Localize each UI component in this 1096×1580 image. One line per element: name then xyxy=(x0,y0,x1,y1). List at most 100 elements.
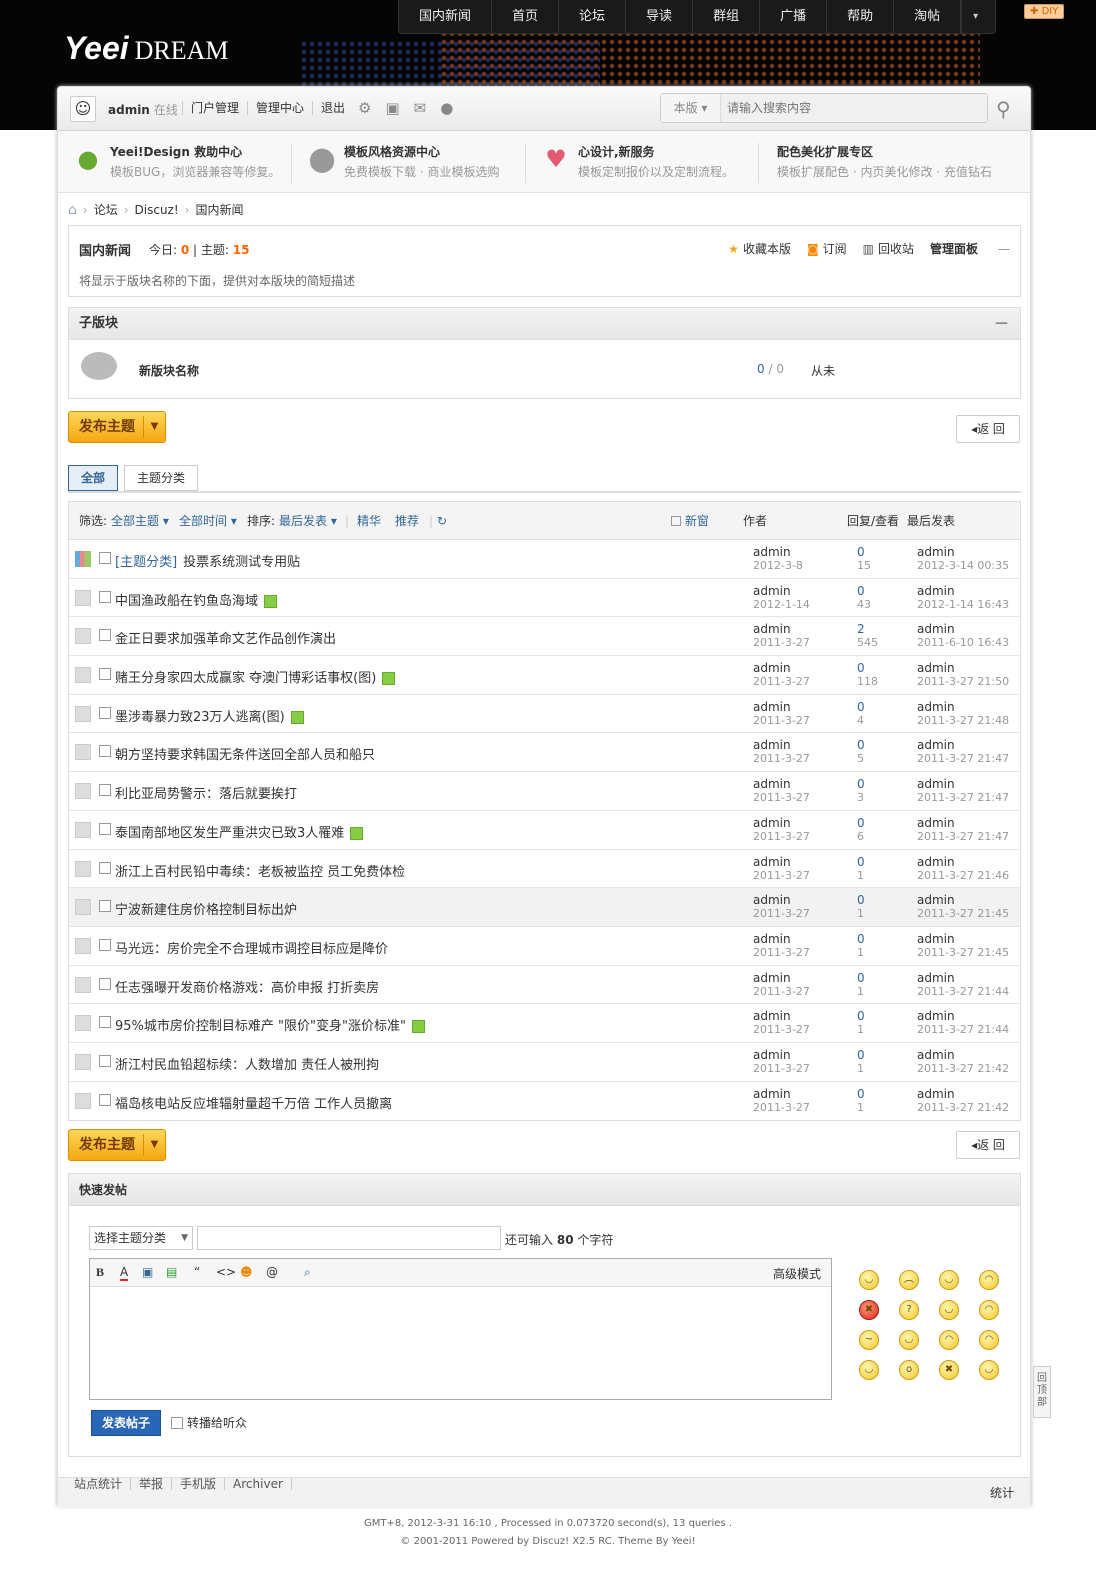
bulb-icon[interactable]: ● xyxy=(440,99,453,117)
lastpost-user[interactable]: admin xyxy=(917,662,1009,675)
manage-panel-button[interactable]: 管理面板 xyxy=(922,240,978,257)
thread-title[interactable]: 浙江村民血铅超标续：人数增加 责任人被刑拘 xyxy=(115,1054,379,1073)
lastpost-time[interactable]: 2011-3-27 21:45 xyxy=(917,946,1009,959)
poll-icon[interactable] xyxy=(75,551,91,567)
search-icon[interactable]: ⚲ xyxy=(996,97,1011,121)
thread-checkbox[interactable] xyxy=(99,1093,111,1106)
lastpost-user[interactable]: admin xyxy=(917,1010,1009,1023)
thread-title[interactable]: 金正日要求加强革命文艺作品创作演出 xyxy=(115,628,336,647)
lastpost-time[interactable]: 2012-1-14 16:43 xyxy=(917,598,1009,611)
thread-checkbox[interactable] xyxy=(99,977,111,990)
smiley-icon[interactable]: ◡ xyxy=(859,1270,879,1290)
filter-recommend[interactable]: 推荐 xyxy=(395,502,419,540)
author-link[interactable]: admin xyxy=(753,1010,810,1023)
recycle-button[interactable]: ▥ 回收站 xyxy=(855,240,914,257)
attach-image-icon[interactable]: ▤ xyxy=(166,1265,177,1279)
search-scope-select[interactable]: 本版 ▾ xyxy=(661,94,721,122)
footer-link[interactable]: 站点统计 xyxy=(66,1478,132,1490)
filter-digest[interactable]: 精华 xyxy=(357,502,381,540)
thread-checkbox[interactable] xyxy=(99,706,111,719)
message-textarea[interactable] xyxy=(90,1287,831,1399)
nav-item[interactable]: 国内新闻 xyxy=(399,0,493,34)
submit-button[interactable]: 发表帖子 xyxy=(91,1410,161,1436)
avatar[interactable]: ☺ xyxy=(70,96,96,122)
lastpost-time[interactable]: 2011-3-27 21:47 xyxy=(917,830,1009,843)
lastpost-user[interactable]: admin xyxy=(917,739,1009,752)
lastpost-time[interactable]: 2012-3-14 00:35 xyxy=(917,559,1009,572)
smiley-icon[interactable]: ✖ xyxy=(859,1300,879,1320)
category-select[interactable]: 选择主题分类 ▼ xyxy=(89,1226,193,1250)
smiley-icon[interactable]: ︵ xyxy=(899,1270,919,1290)
image-icon[interactable]: ▣ xyxy=(142,1265,153,1279)
stats-link[interactable]: 统计 xyxy=(990,1478,1014,1508)
thread-icon[interactable] xyxy=(75,976,91,993)
thread-icon[interactable] xyxy=(75,937,91,954)
smiley-icon[interactable]: ◡ xyxy=(899,1330,919,1350)
footer-link[interactable]: 举报 xyxy=(131,1478,173,1490)
author-link[interactable]: admin xyxy=(753,778,810,791)
author-link[interactable]: admin xyxy=(753,623,810,636)
lastpost-user[interactable]: admin xyxy=(917,546,1009,559)
sort-select[interactable]: 最后发表 ▾ xyxy=(279,502,337,540)
thread-checkbox[interactable] xyxy=(99,1016,111,1029)
subforum-link[interactable]: 新版块名称 xyxy=(139,362,199,379)
thread-icon[interactable] xyxy=(75,1092,91,1109)
thread-checkbox[interactable] xyxy=(99,629,111,642)
user-link[interactable]: 门户管理 xyxy=(182,101,247,115)
username[interactable]: admin 在线 xyxy=(108,101,178,118)
lastpost-time[interactable]: 2011-3-27 21:50 xyxy=(917,675,1009,688)
lastpost-user[interactable]: admin xyxy=(917,816,1009,830)
author-link[interactable]: admin xyxy=(753,584,810,598)
author-link[interactable]: admin xyxy=(753,1087,810,1101)
lastpost-time[interactable]: 2011-3-27 21:42 xyxy=(917,1101,1009,1114)
lastpost-time[interactable]: 2011-3-27 21:46 xyxy=(917,869,1009,882)
newwin-checkbox[interactable]: 新窗 xyxy=(671,502,709,540)
title-input[interactable] xyxy=(197,1226,501,1250)
diy-button[interactable]: ✚ DIY xyxy=(1024,4,1065,19)
author-link[interactable]: admin xyxy=(753,894,810,907)
smiley-icon[interactable]: ◡ xyxy=(939,1270,959,1290)
lastpost-user[interactable]: admin xyxy=(917,971,1009,985)
author-link[interactable]: admin xyxy=(753,662,810,675)
nav-item[interactable]: 群组 xyxy=(693,0,761,34)
quote-icon[interactable]: “ xyxy=(194,1265,200,1279)
thread-title[interactable]: 利比亚局势警示：落后就要挨打 xyxy=(115,783,297,802)
at-icon[interactable]: @ xyxy=(266,1265,278,1279)
thread-checkbox[interactable] xyxy=(99,822,111,835)
bold-icon[interactable]: B xyxy=(96,1265,104,1280)
tab-all[interactable]: 全部 xyxy=(68,465,119,491)
author-link[interactable]: admin xyxy=(753,546,803,559)
smiley-icon[interactable]: ◠ xyxy=(979,1270,999,1290)
smiley-icon[interactable]: ◠ xyxy=(979,1330,999,1350)
nav-item[interactable]: 论坛 xyxy=(559,0,627,34)
thread-title[interactable]: [主题分类] 投票系统测试专用贴 xyxy=(115,551,300,570)
smiley-icon[interactable]: ◠ xyxy=(979,1300,999,1320)
lastpost-user[interactable]: admin xyxy=(917,894,1009,907)
lastpost-time[interactable]: 2011-3-27 21:45 xyxy=(917,907,1009,920)
thread-title[interactable]: 福岛核电站反应堆辐射量超千万倍 工作人员撤离 xyxy=(115,1093,392,1112)
subscribe-button[interactable]: ◙ 订阅 xyxy=(799,240,847,257)
author-link[interactable]: admin xyxy=(753,1048,810,1062)
lastpost-user[interactable]: admin xyxy=(917,1048,1009,1062)
author-link[interactable]: admin xyxy=(753,932,810,946)
smiley-icon[interactable]: ◡ xyxy=(939,1300,959,1320)
site-logo[interactable]: Yeei DREAM xyxy=(64,30,229,67)
thread-title[interactable]: 中国渔政船在钓鱼岛海域 xyxy=(115,590,278,609)
lastpost-user[interactable]: admin xyxy=(917,584,1009,598)
lastpost-time[interactable]: 2011-3-27 21:48 xyxy=(917,714,1009,727)
font-color-icon[interactable]: A xyxy=(120,1265,129,1281)
lastpost-time[interactable]: 2011-3-27 21:44 xyxy=(917,985,1009,998)
back-button-bottom[interactable]: ◂返 回 xyxy=(956,1131,1020,1159)
thread-icon[interactable] xyxy=(75,705,91,722)
thread-icon[interactable] xyxy=(75,821,91,838)
smiley-icon[interactable]: ~ xyxy=(859,1330,879,1350)
thread-checkbox[interactable] xyxy=(99,668,111,681)
attachment-icon[interactable]: ⌕ xyxy=(304,1265,311,1280)
search-input[interactable] xyxy=(721,94,987,122)
thread-checkbox[interactable] xyxy=(99,784,111,797)
user-link[interactable]: 退出 xyxy=(312,101,353,115)
footer-link[interactable]: Archiver xyxy=(225,1478,292,1490)
favorite-button[interactable]: ★ 收藏本版 xyxy=(720,240,791,257)
chevron-down-icon[interactable]: ▼ xyxy=(143,1134,165,1156)
author-link[interactable]: admin xyxy=(753,739,810,752)
